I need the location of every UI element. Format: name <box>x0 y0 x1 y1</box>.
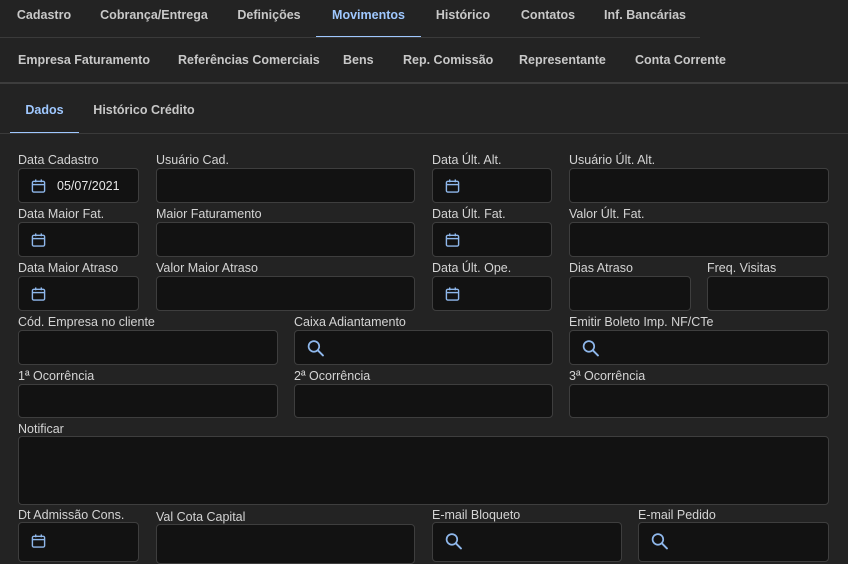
data-maior-atraso-label: Data Maior Atraso <box>18 261 119 275</box>
data-maior-atraso-field[interactable] <box>18 276 139 311</box>
tab-rep-comissao[interactable]: Rep. Comissão <box>403 40 493 80</box>
email-pedido-label: E-mail Pedido <box>638 508 716 522</box>
tab-bens[interactable]: Bens <box>343 40 374 80</box>
data-ult-alt-label: Data Últ. Alt. <box>432 153 502 167</box>
caixa-adiantamento-label: Caixa Adiantamento <box>294 315 406 329</box>
dt-admissao-label: Dt Admissão Cons. <box>18 508 125 522</box>
val-cota-label: Val Cota Capital <box>156 510 246 524</box>
tab-movimentos[interactable]: Movimentos <box>316 0 421 38</box>
calendar-icon <box>31 286 46 301</box>
dias-atraso-label: Dias Atraso <box>569 261 633 275</box>
val-cota-field[interactable] <box>156 524 415 564</box>
dt-admissao-field[interactable] <box>18 522 139 562</box>
data-ult-alt-field[interactable] <box>432 168 552 203</box>
inner-tab-divider <box>0 133 848 134</box>
usuario-ult-alt-label: Usuário Últ. Alt. <box>569 153 656 167</box>
data-ult-fat-field[interactable] <box>432 222 552 257</box>
tab-conta-corrente[interactable]: Conta Corrente <box>635 40 726 80</box>
ocorrencia1-field[interactable] <box>18 384 278 418</box>
valor-maior-atraso-field[interactable] <box>156 276 415 311</box>
calendar-icon <box>31 534 46 548</box>
notificar-label: Notificar <box>18 422 64 436</box>
email-bloqueto-label: E-mail Bloqueto <box>432 508 521 522</box>
tab-contatos[interactable]: Contatos <box>510 0 586 36</box>
emitir-boleto-label: Emitir Boleto Imp. NF/CTe <box>569 315 714 329</box>
tab-cadastro[interactable]: Cadastro <box>8 0 80 36</box>
search-icon[interactable] <box>307 339 324 356</box>
data-cadastro-value: 05/07/2021 <box>57 178 120 193</box>
data-ult-fat-label: Data Últ. Fat. <box>432 207 506 221</box>
data-maior-fat-label: Data Maior Fat. <box>18 207 105 221</box>
tab-empresa-faturamento[interactable]: Empresa Faturamento <box>18 40 150 80</box>
data-ult-ope-label: Data Últ. Ope. <box>432 261 512 275</box>
data-cadastro-label: Data Cadastro <box>18 153 99 167</box>
usuario-ult-alt-field[interactable] <box>569 168 829 203</box>
tab-dados[interactable]: Dados <box>10 90 79 134</box>
ocorrencia2-field[interactable] <box>294 384 553 418</box>
tab-inf-bancarias[interactable]: Inf. Bancárias <box>596 0 694 36</box>
ocorrencia2-label: 2ª Ocorrência <box>294 369 371 383</box>
tab-historico[interactable]: Histórico <box>426 0 500 36</box>
cod-empresa-label: Cód. Empresa no cliente <box>18 315 155 329</box>
calendar-icon <box>31 178 46 193</box>
data-cadastro-field[interactable]: 05/07/2021 <box>18 168 139 203</box>
calendar-icon <box>31 232 46 247</box>
valor-ult-fat-field[interactable] <box>569 222 829 257</box>
tab-definicoes[interactable]: Definições <box>228 0 310 36</box>
valor-maior-atraso-label: Valor Maior Atraso <box>156 261 258 275</box>
maior-faturamento-field[interactable] <box>156 222 415 257</box>
search-icon[interactable] <box>582 339 599 356</box>
caixa-adiantamento-field[interactable] <box>294 330 553 365</box>
sub-tab-divider <box>0 82 848 84</box>
search-icon[interactable] <box>651 533 668 550</box>
main-tab-bar: Cadastro Cobrança/Entrega Definições Mov… <box>0 0 848 38</box>
freq-visitas-field[interactable] <box>707 276 829 311</box>
usuario-cad-label: Usuário Cad. <box>156 153 229 167</box>
ocorrencia1-label: 1ª Ocorrência <box>18 369 95 383</box>
calendar-icon <box>445 178 460 193</box>
tab-referencias-comerciais[interactable]: Referências Comerciais <box>178 40 320 80</box>
tab-historico-credito[interactable]: Histórico Crédito <box>88 90 200 132</box>
tab-representante[interactable]: Representante <box>519 40 606 80</box>
cod-empresa-field[interactable] <box>18 330 278 365</box>
email-bloqueto-field[interactable] <box>432 522 622 562</box>
freq-visitas-label: Freq. Visitas <box>707 261 777 275</box>
tab-cobranca-entrega[interactable]: Cobrança/Entrega <box>90 0 218 36</box>
calendar-icon <box>445 286 460 301</box>
ocorrencia3-field[interactable] <box>569 384 829 418</box>
ocorrencia3-label: 3ª Ocorrência <box>569 369 646 383</box>
data-maior-fat-field[interactable] <box>18 222 139 257</box>
emitir-boleto-field[interactable] <box>569 330 829 365</box>
email-pedido-field[interactable] <box>638 522 829 562</box>
maior-faturamento-label: Maior Faturamento <box>156 207 262 221</box>
valor-ult-fat-label: Valor Últ. Fat. <box>569 207 645 221</box>
calendar-icon <box>445 232 460 247</box>
search-icon[interactable] <box>445 533 462 550</box>
main-tab-divider <box>0 37 700 38</box>
dias-atraso-field[interactable] <box>569 276 691 311</box>
usuario-cad-field[interactable] <box>156 168 415 203</box>
notificar-textarea[interactable] <box>18 436 829 505</box>
data-ult-ope-field[interactable] <box>432 276 552 311</box>
